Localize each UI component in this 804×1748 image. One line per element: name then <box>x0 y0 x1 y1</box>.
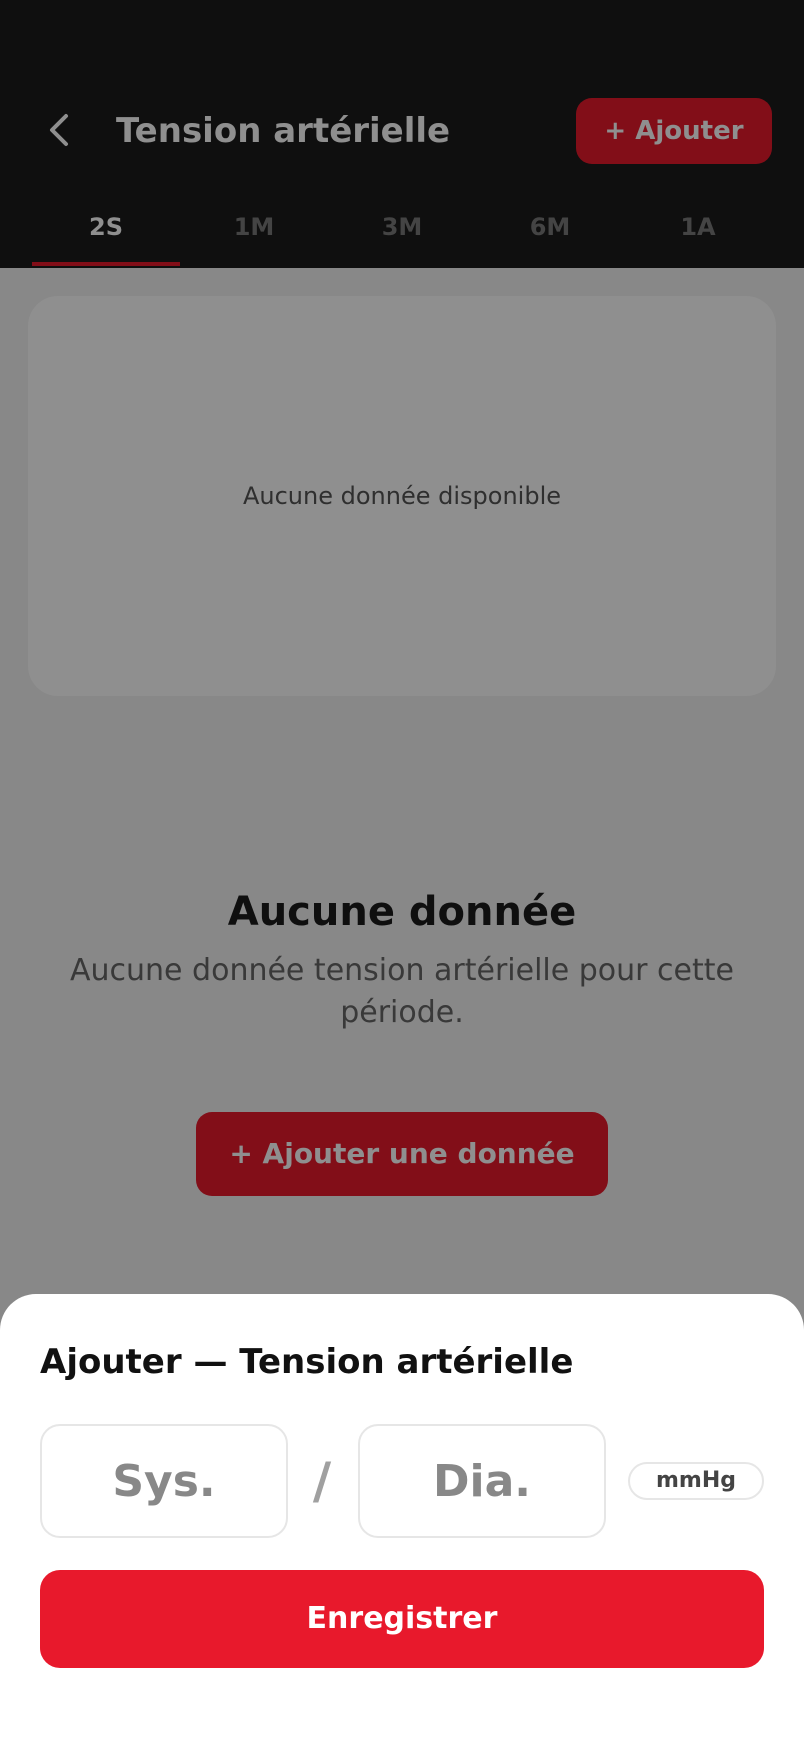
systolic-input[interactable] <box>40 1424 288 1538</box>
add-reading-sheet: Ajouter — Tension artérielle / mmHg Enre… <box>0 1294 804 1748</box>
diastolic-input[interactable] <box>358 1424 606 1538</box>
sheet-title: Ajouter — Tension artérielle <box>40 1342 574 1382</box>
separator-slash: / <box>312 1452 332 1510</box>
save-button[interactable]: Enregistrer <box>40 1570 764 1668</box>
unit-badge: mmHg <box>628 1462 764 1500</box>
